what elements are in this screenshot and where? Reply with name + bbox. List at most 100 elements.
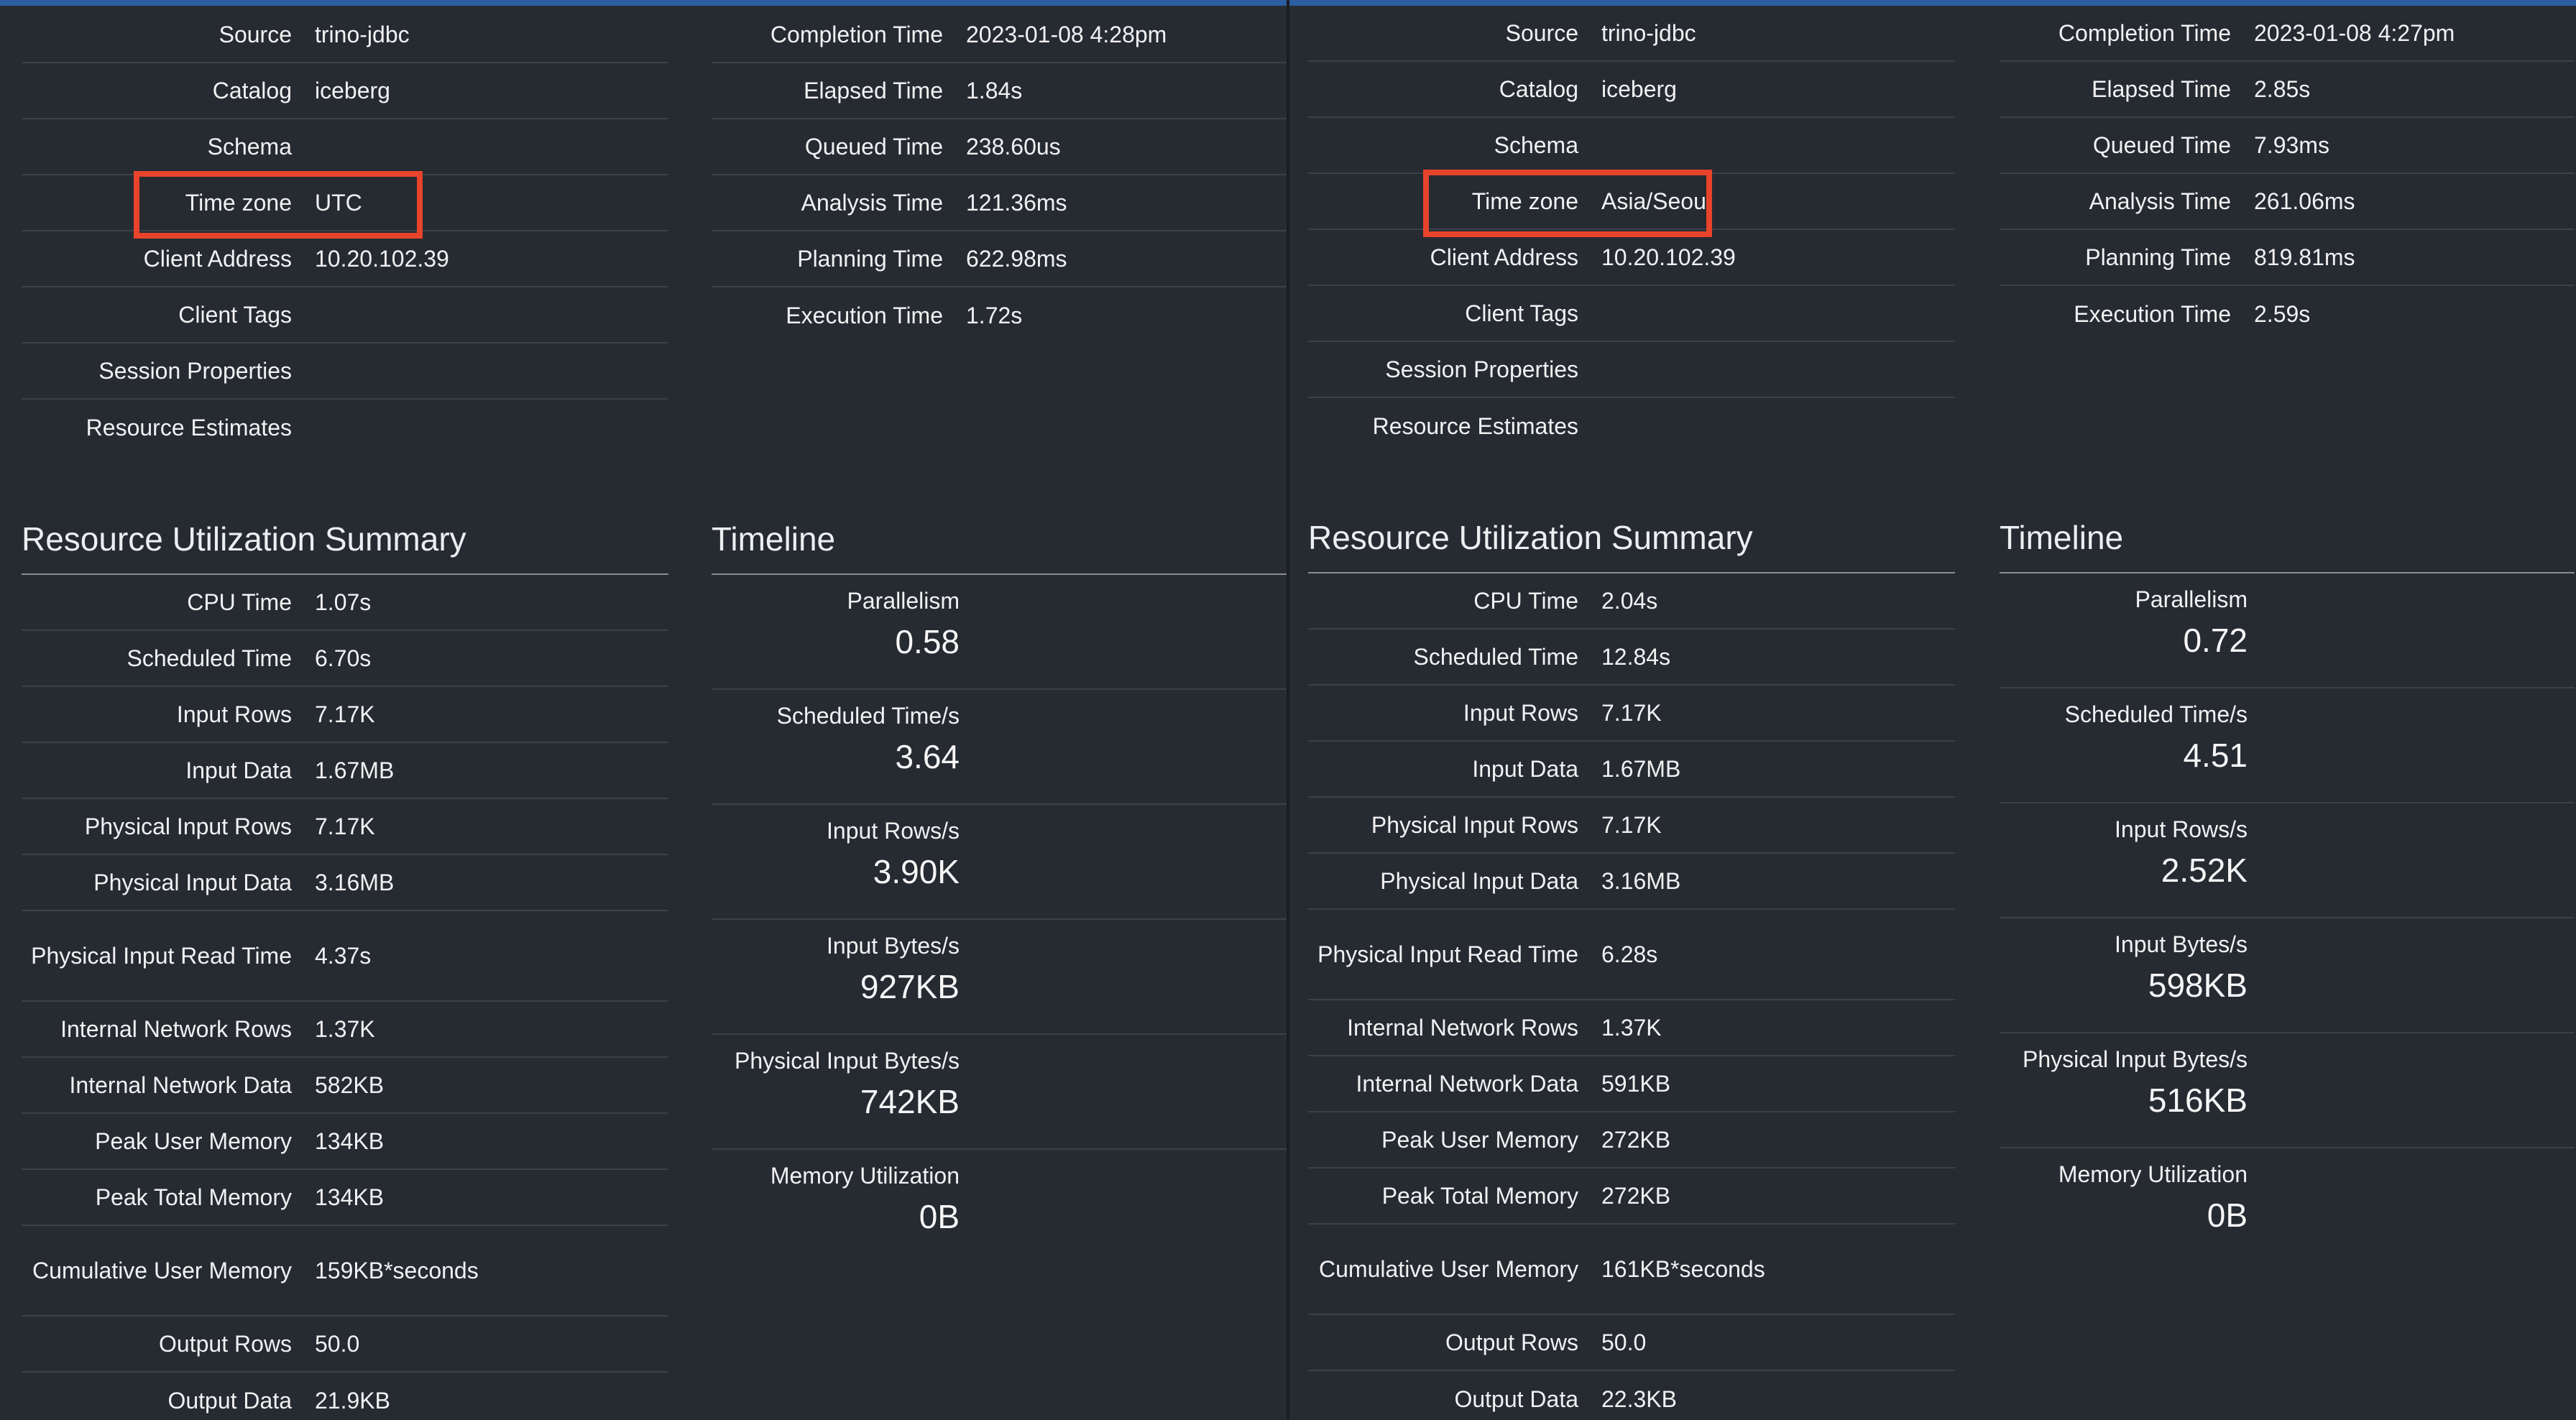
timeline-metric-value: 3.90K <box>873 853 960 890</box>
kv-value: 1.37K <box>1601 1015 1662 1041</box>
kv-label: Queued Time <box>804 134 943 160</box>
kv-label: Planning Time <box>2085 244 2231 270</box>
kv-row-source: Source trino-jdbc <box>1308 6 1955 62</box>
kv-row-execution-time: Execution Time 1.72s <box>712 287 1287 344</box>
kv-row-input-data: Input Data 1.67MB <box>22 743 668 799</box>
kv-label: Client Address <box>1430 244 1578 270</box>
kv-value: 819.81ms <box>2254 244 2355 270</box>
kv-row-scheduled-time: Scheduled Time 6.70s <box>22 631 668 687</box>
kv-value: 2.85s <box>2254 76 2311 102</box>
resource-summary-title: Resource Utilization Summary <box>22 520 466 558</box>
kv-value: 161KB*seconds <box>1601 1256 1765 1282</box>
kv-value: 6.28s <box>1601 941 1658 967</box>
timeline-metric-label: Physical Input Bytes/s <box>2022 1046 2248 1072</box>
kv-value: 6.70s <box>315 645 372 671</box>
kv-value: 21.9KB <box>315 1388 390 1414</box>
kv-row-catalog: Catalog iceberg <box>1308 62 1955 118</box>
kv-value: 7.17K <box>1601 812 1662 838</box>
timeline-metric-label: Memory Utilization <box>770 1163 960 1189</box>
timeline-metric-physical-input-bytes-s: Physical Input Bytes/s 516KB <box>2000 1033 2575 1148</box>
kv-value: 2023-01-08 4:28pm <box>966 22 1167 47</box>
kv-value: 159KB*seconds <box>315 1258 479 1283</box>
kv-value: 7.17K <box>315 813 375 839</box>
kv-label: Input Data <box>1472 756 1578 782</box>
kv-value: 22.3KB <box>1601 1386 1677 1412</box>
timeline-metric-scheduled-time-s: Scheduled Time/s 4.51 <box>2000 688 2575 803</box>
timeline-metric-value: 516KB <box>2148 1082 2248 1119</box>
kv-label: CPU Time <box>1473 588 1578 614</box>
timeline-metric-value: 3.64 <box>895 738 960 775</box>
kv-label: Resource Estimates <box>1372 413 1578 439</box>
panel-top-border <box>0 0 1287 6</box>
kv-value: 582KB <box>315 1072 385 1098</box>
timeline-metric-value: 0.58 <box>895 623 960 660</box>
timeline-metric-memory-utilization: Memory Utilization 0B <box>712 1150 1287 1265</box>
times-table: Completion Time 2023-01-08 4:27pm Elapsed … <box>2000 6 2575 342</box>
resource-table: CPU Time 1.07s Scheduled Time 6.70s Input Ro… <box>22 575 668 1420</box>
kv-label: Peak Total Memory <box>95 1184 292 1210</box>
timeline-metric-memory-utilization: Memory Utilization 0B <box>2000 1148 2575 1263</box>
kv-value: 1.84s <box>966 78 1023 103</box>
kv-label: Cumulative User Memory <box>32 1258 292 1283</box>
kv-value: 1.37K <box>315 1016 375 1042</box>
kv-label: Scheduled Time <box>1413 644 1578 670</box>
kv-row-session-properties: Session Properties <box>22 344 668 400</box>
kv-label: Completion Time <box>2058 20 2231 46</box>
kv-row-output-rows: Output Rows 50.0 <box>22 1317 668 1373</box>
kv-value: 2023-01-08 4:27pm <box>2254 20 2455 46</box>
timeline-metric-value: 927KB <box>860 968 960 1005</box>
kv-value: 272KB <box>1601 1127 1671 1153</box>
kv-row-analysis-time: Analysis Time 121.36ms <box>712 175 1287 231</box>
kv-value: iceberg <box>1601 76 1677 102</box>
timeline-metric-label: Scheduled Time/s <box>776 703 960 729</box>
kv-label: Input Rows <box>176 701 292 727</box>
kv-label: Physical Input Data <box>93 870 292 895</box>
kv-label: Input Rows <box>1463 700 1578 726</box>
kv-value: 134KB <box>315 1184 385 1210</box>
times-table: Completion Time 2023-01-08 4:28pm Elapsed … <box>712 7 1287 344</box>
kv-row-internal-network-rows: Internal Network Rows 1.37K <box>22 1002 668 1058</box>
kv-row-client-tags: Client Tags <box>1308 286 1955 342</box>
kv-row-client-tags: Client Tags <box>22 287 668 344</box>
kv-label: Internal Network Data <box>1356 1071 1578 1097</box>
kv-label: Internal Network Rows <box>60 1016 292 1042</box>
kv-row-peak-total-memory: Peak Total Memory 272KB <box>1308 1168 1955 1225</box>
resource-table: CPU Time 2.04s Scheduled Time 12.84s Input R… <box>1308 573 1955 1420</box>
timeline-title: Timeline <box>712 520 836 558</box>
timeline-metrics: Parallelism 0.58 Scheduled Time/s 3.64 Input… <box>712 575 1287 1265</box>
timeline-metric-input-rows-s: Input Rows/s 3.90K <box>712 805 1287 920</box>
kv-label: Source <box>1505 20 1578 46</box>
kv-label: Analysis Time <box>2089 188 2231 214</box>
kv-label: Physical Input Rows <box>84 813 292 839</box>
timeline-metric-label: Parallelism <box>847 588 960 614</box>
kv-row-cpu-time: CPU Time 1.07s <box>22 575 668 631</box>
kv-label: Peak Total Memory <box>1381 1183 1578 1209</box>
kv-row-cumulative-user-memory: Cumulative User Memory 161KB*seconds <box>1308 1225 1955 1315</box>
kv-row-output-data: Output Data 21.9KB <box>22 1373 668 1420</box>
kv-value: 238.60us <box>966 134 1061 160</box>
timeline-metric-label: Scheduled Time/s <box>2064 701 2248 727</box>
kv-label: Physical Input Rows <box>1371 812 1578 838</box>
kv-row-physical-input-data: Physical Input Data 3.16MB <box>22 855 668 911</box>
kv-row-internal-network-rows: Internal Network Rows 1.37K <box>1308 1000 1955 1056</box>
kv-label: Input Data <box>185 757 292 783</box>
kv-value: 622.98ms <box>966 246 1067 272</box>
kv-row-analysis-time: Analysis Time 261.06ms <box>2000 174 2575 230</box>
kv-label: Peak User Memory <box>1381 1127 1578 1153</box>
kv-row-input-data: Input Data 1.67MB <box>1308 742 1955 798</box>
timeline-metric-parallelism: Parallelism 0.58 <box>712 575 1287 690</box>
kv-row-schema: Schema <box>22 119 668 175</box>
kv-value: 12.84s <box>1601 644 1671 670</box>
kv-row-schema: Schema <box>1308 118 1955 174</box>
timeline-metric-value: 742KB <box>860 1083 960 1120</box>
kv-value: 272KB <box>1601 1183 1671 1209</box>
kv-value: 7.17K <box>315 701 375 727</box>
kv-row-physical-input-read-time: Physical Input Read Time 6.28s <box>1308 910 1955 1000</box>
timeline-metric-parallelism: Parallelism 0.72 <box>2000 573 2575 688</box>
kv-row-catalog: Catalog iceberg <box>22 63 668 119</box>
kv-label: Output Rows <box>1445 1329 1578 1355</box>
kv-row-physical-input-rows: Physical Input Rows 7.17K <box>1308 798 1955 854</box>
kv-label: Resource Estimates <box>86 415 292 441</box>
kv-value: 1.07s <box>315 589 372 615</box>
kv-value: 3.16MB <box>1601 868 1681 894</box>
